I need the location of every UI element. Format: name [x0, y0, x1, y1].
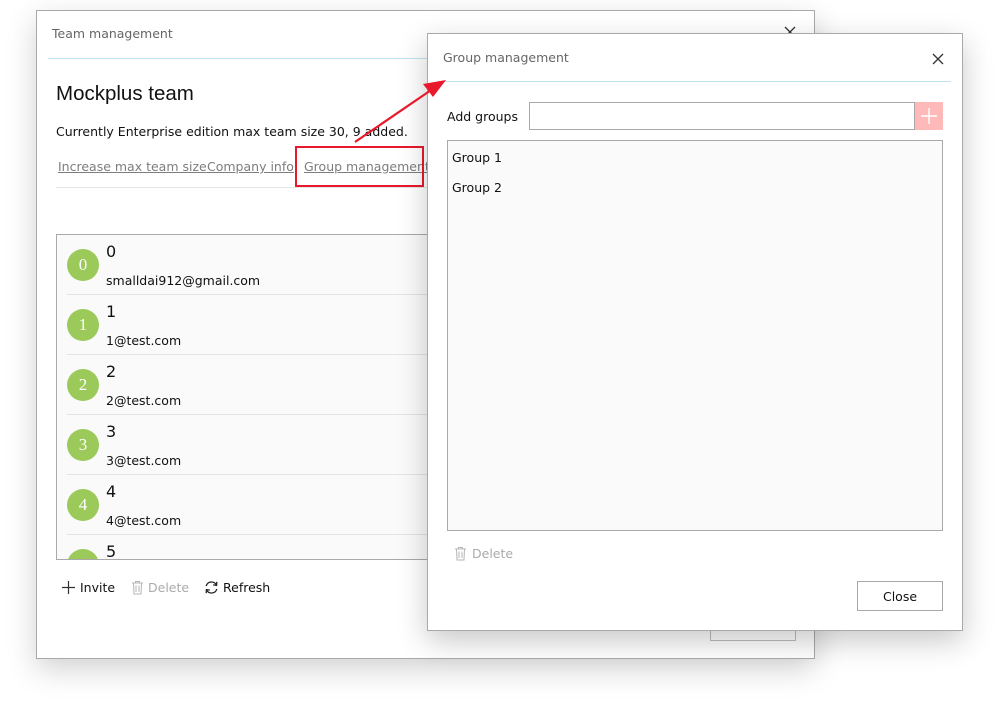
links-divider	[56, 187, 436, 188]
member-delete-label: Delete	[148, 579, 190, 595]
member-row[interactable]: 55	[67, 535, 435, 560]
avatar: 4	[67, 489, 99, 521]
refresh-button[interactable]: Refresh	[204, 577, 270, 597]
invite-label: Invite	[80, 579, 116, 595]
member-list[interactable]: 0 0 smalldai912@gmail.com 1 1 1@test.com 2 2 2@t…	[56, 234, 436, 560]
refresh-label: Refresh	[223, 579, 271, 595]
member-row[interactable]: 0 0 smalldai912@gmail.com	[67, 235, 435, 295]
avatar: 0	[67, 249, 99, 281]
member-row[interactable]: 1 1 1@test.com	[67, 295, 435, 355]
member-name: 3	[106, 422, 117, 441]
group-delete-label: Delete	[472, 546, 514, 561]
trash-icon	[132, 580, 143, 594]
increase-team-size-link[interactable]: Increase max team size	[58, 159, 207, 174]
member-email: 3@test.com	[106, 453, 182, 468]
member-row[interactable]: 2 2 2@test.com	[67, 355, 435, 415]
group-delete-button[interactable]: Delete	[454, 546, 513, 561]
title-divider	[439, 81, 951, 82]
add-group-button[interactable]	[915, 102, 943, 130]
member-name: 0	[106, 242, 117, 261]
avatar: 3	[67, 429, 99, 461]
member-name: 4	[106, 482, 117, 501]
group-dialog-title: Group management	[443, 50, 569, 65]
trash-icon	[455, 547, 466, 561]
group-list[interactable]: Group 1 Group 2	[447, 140, 943, 531]
team-name-heading: Mockplus team	[56, 82, 194, 105]
group-item[interactable]: Group 1	[452, 150, 502, 165]
avatar: 2	[67, 369, 99, 401]
member-email: 2@test.com	[106, 393, 182, 408]
group-management-link[interactable]: Group management	[304, 159, 430, 174]
team-dialog-title: Team management	[52, 26, 173, 41]
member-name: 1	[106, 302, 117, 321]
member-row[interactable]: 3 3 3@test.com	[67, 415, 435, 475]
member-delete-button[interactable]: Delete	[131, 577, 189, 597]
refresh-icon	[205, 580, 218, 594]
invite-button[interactable]: Invite	[61, 577, 115, 597]
avatar: 5	[67, 549, 99, 559]
plus-icon	[921, 108, 937, 124]
add-group-input[interactable]	[529, 102, 915, 130]
close-button[interactable]: Close	[857, 581, 943, 611]
member-email: 4@test.com	[106, 513, 182, 528]
member-name: 2	[106, 362, 117, 381]
member-row[interactable]: 4 4 4@test.com	[67, 475, 435, 535]
close-icon[interactable]	[931, 52, 945, 66]
add-groups-label: Add groups	[447, 109, 518, 124]
company-info-link[interactable]: Company info	[207, 159, 294, 174]
member-email: smalldai912@gmail.com	[106, 273, 261, 288]
avatar: 1	[67, 309, 99, 341]
plus-icon	[62, 580, 75, 594]
group-item[interactable]: Group 2	[452, 180, 502, 195]
member-name: 5	[106, 542, 117, 560]
group-management-dialog: Group management Add groups Group 1 Group…	[427, 33, 963, 631]
team-size-info: Currently Enterprise edition max team si…	[56, 124, 408, 139]
member-email: 1@test.com	[106, 333, 182, 348]
